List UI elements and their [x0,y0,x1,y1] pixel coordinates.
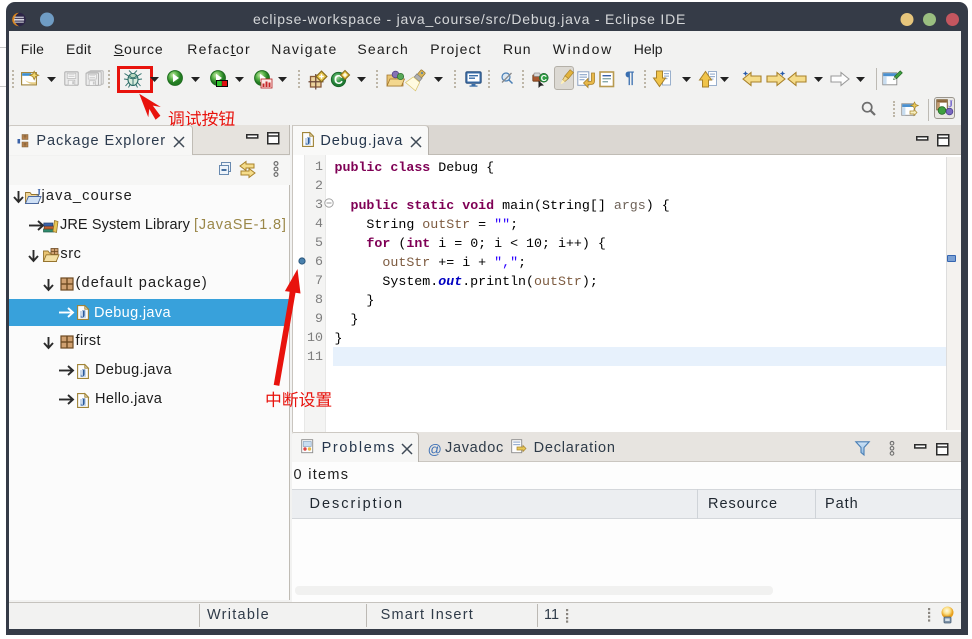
svg-text:J: J [305,137,310,148]
svg-text:J: J [80,397,85,408]
svg-text:J: J [80,310,85,321]
svg-text:J: J [948,99,953,109]
svg-text:J: J [36,188,41,198]
svg-text:J: J [80,368,85,379]
svg-text:C: C [541,73,547,83]
